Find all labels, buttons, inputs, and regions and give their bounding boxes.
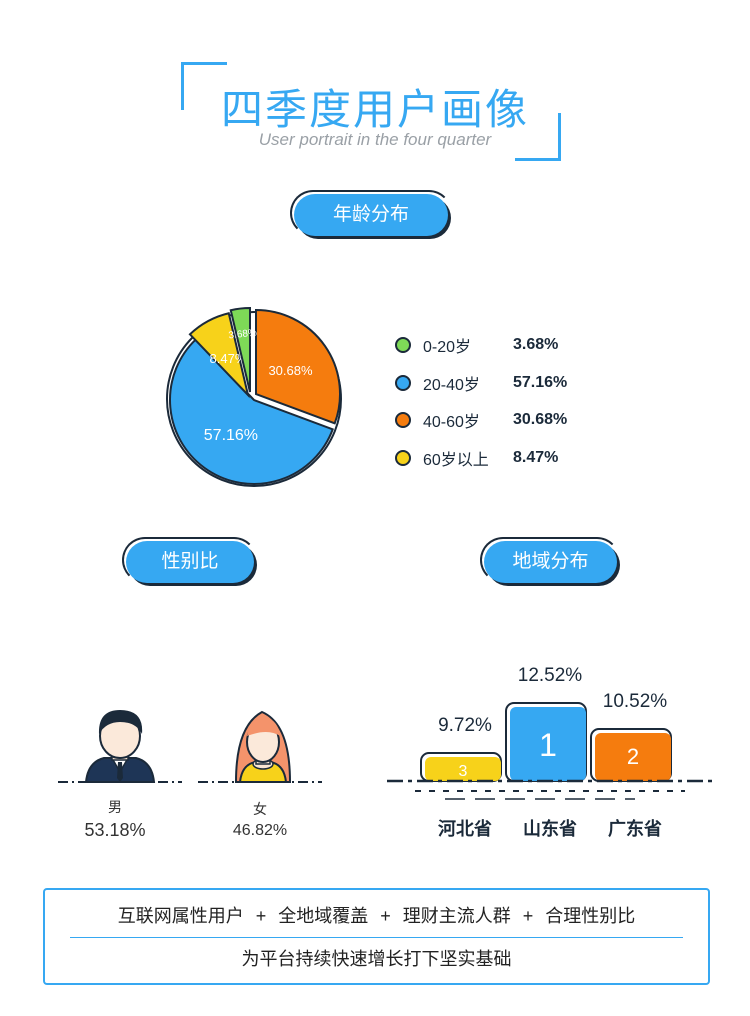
feature-item: 全地域覆盖 (278, 906, 369, 926)
legend-value: 8.47% (513, 449, 559, 466)
plus-separator: + (380, 906, 391, 926)
bar-rank-label: 2 (627, 744, 639, 769)
feature-item: 互联网属性用户 (117, 906, 244, 926)
female-percentage: 46.82% (232, 822, 288, 839)
male-label: 男 (108, 799, 122, 815)
bar-value-label: 12.52% (517, 665, 583, 686)
plus-separator: + (255, 906, 267, 926)
female-label: 女 (253, 801, 267, 817)
gender-section-heading: 性别比 (126, 541, 254, 583)
bar-rank-label: 3 (459, 763, 468, 780)
legend-swatch (395, 412, 411, 428)
legend-label: 60岁以上 (423, 452, 489, 469)
plus-separator: + (522, 906, 534, 926)
age-section-heading: 年龄分布 (294, 194, 448, 236)
age-pie-chart: 30.68%57.16%8.47%3.68% (166, 306, 342, 487)
legend-item: 20-40岁 57.16% (395, 371, 567, 395)
region-section-heading: 地域分布 (484, 541, 617, 583)
summary-tagline: 为平台持续快速增长打下坚实基础 (241, 949, 512, 969)
region-name: 广东省 (608, 819, 662, 839)
bar-rank-label: 1 (539, 727, 557, 763)
legend-label: 0-20岁 (423, 339, 472, 356)
legend-value: 30.68% (513, 411, 568, 428)
pie-label-3: 30.68% (268, 363, 313, 378)
legend-item: 40-60岁 30.68% (395, 408, 567, 432)
legend-item: 60岁以上 8.47% (395, 446, 558, 470)
feature-item: 理财主流人群 (402, 906, 511, 926)
legend-value: 57.16% (513, 374, 568, 391)
legend-value: 3.68% (513, 336, 559, 353)
legend-item: 0-20岁 3.68% (395, 333, 558, 357)
feature-item: 合理性别比 (545, 906, 636, 926)
legend-swatch (395, 450, 411, 466)
page-subtitle: User portrait in the four quarter (258, 130, 492, 149)
summary-features: 互联网属性用户 + 全地域覆盖 + 理财主流人群 + 合理性别比 (43, 902, 710, 928)
summary-divider (70, 937, 683, 938)
male-avatar (58, 710, 182, 783)
bar-value-label: 9.72% (438, 715, 492, 736)
legend-label: 40-60岁 (423, 414, 480, 431)
bar-value-label: 10.52% (602, 691, 668, 712)
legend-swatch (395, 337, 411, 353)
page-title: 四季度用户画像 (220, 86, 529, 133)
legend-swatch (395, 375, 411, 391)
female-avatar (198, 710, 322, 783)
legend-label: 20-40岁 (423, 377, 480, 394)
pie-label-1: 3.68% (228, 327, 258, 341)
pie-label-2: 57.16% (204, 427, 258, 444)
male-percentage: 53.18% (84, 820, 146, 840)
